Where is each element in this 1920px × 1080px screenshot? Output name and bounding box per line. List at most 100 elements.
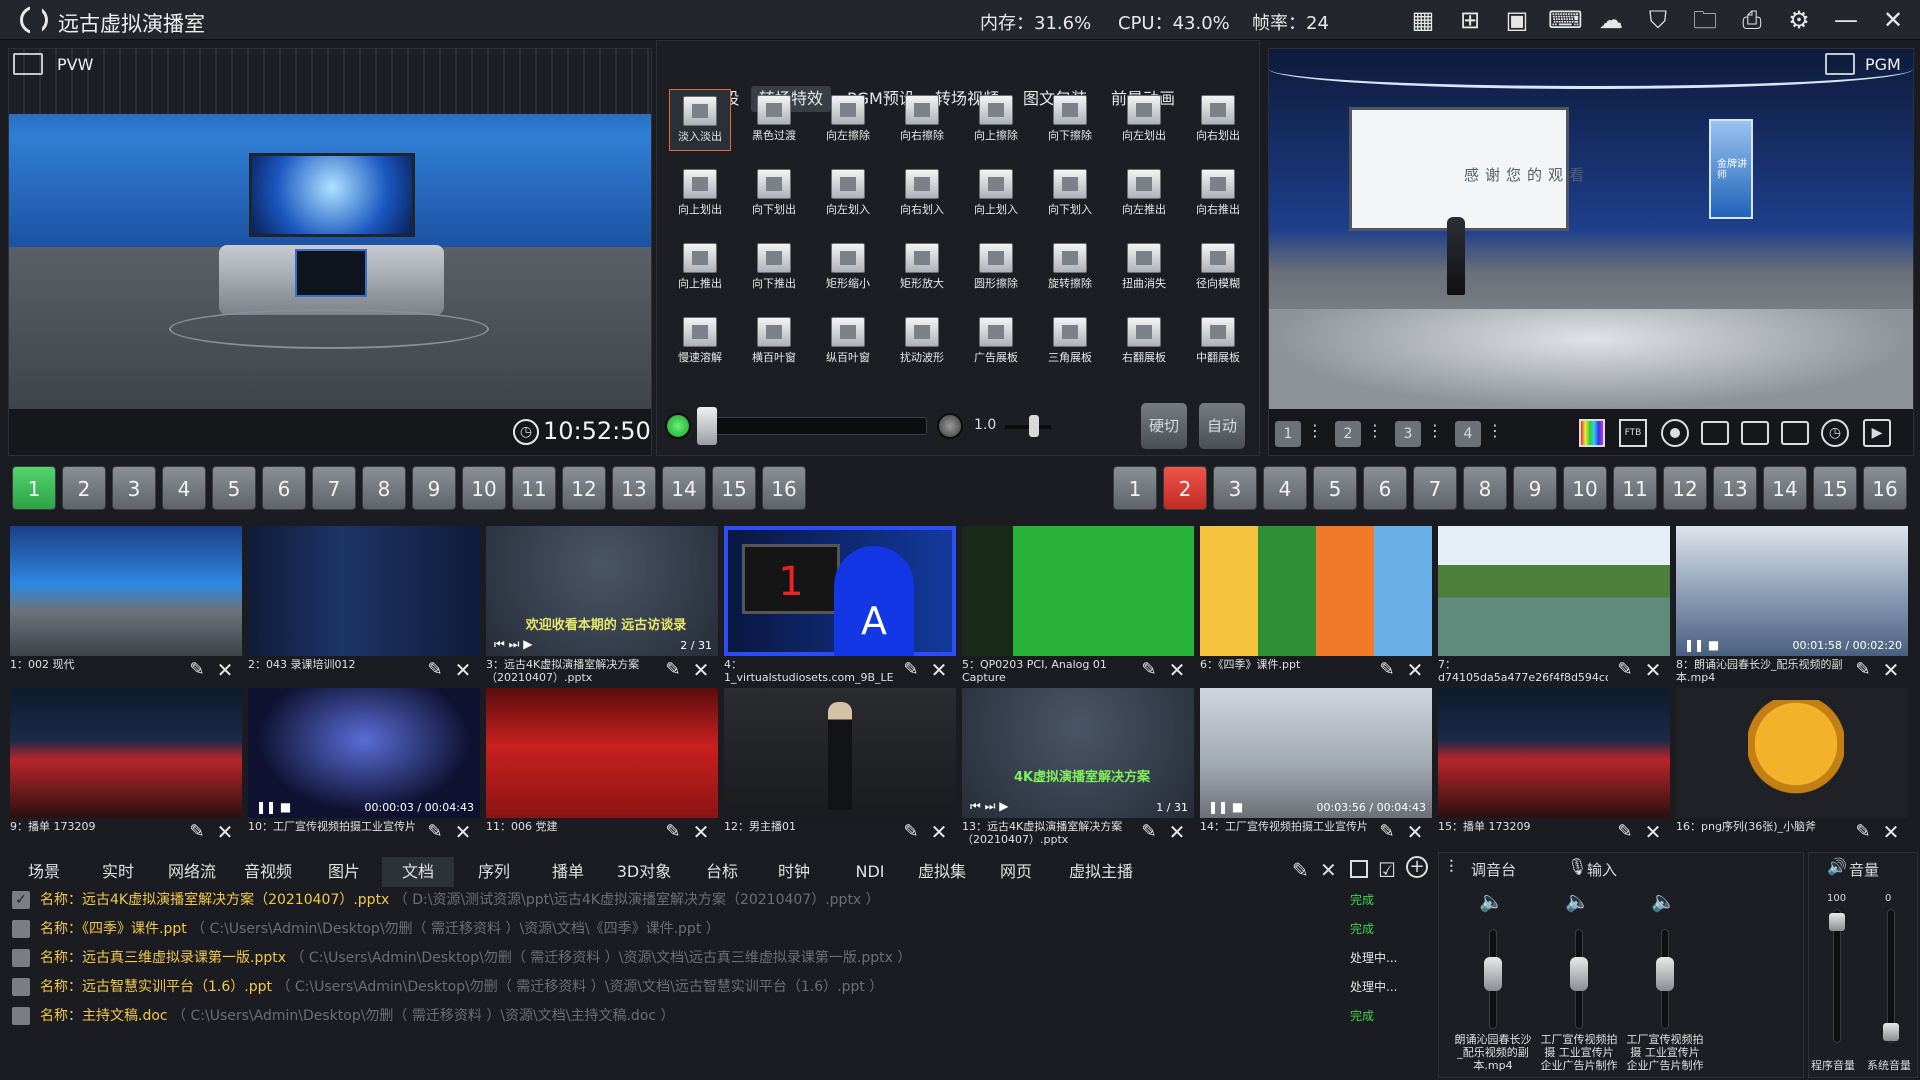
transition-item[interactable]: 圆形擦除 [965,237,1027,299]
edit-icon[interactable]: ✎ [1292,858,1309,882]
document-row[interactable]: 名称：《四季》课件.ppt （ C:\Users\Admin\Desktop\勿… [10,915,1428,943]
color-bars-icon[interactable] [1579,419,1605,447]
edit-icon[interactable]: ✎ [662,822,684,842]
transition-item[interactable]: 黑色过渡 [743,89,805,151]
close-icon[interactable]: ✕ [928,660,950,680]
transition-item[interactable]: 向下推出 [743,237,805,299]
cloud-upload-icon[interactable]: ☁ [1595,5,1627,35]
pgm-source-button[interactable]: 10 [1563,466,1607,510]
close-icon[interactable]: ✕ [452,822,474,842]
resource-tab[interactable]: 3D对象 [608,857,680,887]
pvw-source-button[interactable]: 5 [212,466,256,510]
close-icon[interactable]: ✕ [1404,822,1426,842]
folder-icon[interactable]: 🗀 [1689,5,1721,35]
edit-icon[interactable]: ✎ [662,660,684,680]
pause-stop-icon[interactable]: ❚❚ ■ [256,800,291,814]
more-icon[interactable]: ⋮ [1367,421,1383,440]
pvw-source-button[interactable]: 9 [412,466,456,510]
pgm-source-button[interactable]: 5 [1313,466,1357,510]
media-thumbnail[interactable]: 9：播单 173209 ✎ ✕ [10,688,242,848]
pgm-source-button[interactable]: 11 [1613,466,1657,510]
pvw-source-button[interactable]: 7 [312,466,356,510]
pgm-source-button[interactable]: 1 [1113,466,1157,510]
pvw-source-button[interactable]: 13 [612,466,656,510]
resource-tab[interactable]: 虚拟集 [906,857,978,887]
pvw-source-button[interactable]: 8 [362,466,406,510]
transition-item[interactable]: 纵百叶窗 [817,311,879,373]
play-window-icon[interactable]: ▶ [1863,419,1891,447]
close-icon[interactable]: ✕ [1166,660,1188,680]
transition-item[interactable]: 向下擦除 [1039,89,1101,151]
media-thumbnail[interactable]: 15：播单 173209 ✎ ✕ [1438,688,1670,848]
pvw-source-button[interactable]: 16 [762,466,806,510]
transition-item[interactable]: 扰动波形 [891,311,953,373]
pgm-source-button[interactable]: 15 [1813,466,1857,510]
thumbnail-preview[interactable] [1438,526,1670,656]
transition-item[interactable]: 向左擦除 [817,89,879,151]
save-icon[interactable]: ⎙ [1736,5,1768,35]
thumbnail-preview[interactable] [248,526,480,656]
camera-icon[interactable] [1701,421,1729,445]
pgm-source-button[interactable]: 2 [1163,466,1207,510]
checkbox[interactable] [12,978,30,996]
mute-icon[interactable]: 🔈 [1651,889,1676,913]
edit-icon[interactable]: ✎ [186,660,208,680]
edit-icon[interactable]: ✎ [424,660,446,680]
transition-item[interactable]: 向左推出 [1113,163,1175,225]
pvw-source-button[interactable]: 11 [512,466,556,510]
tab-mixer[interactable]: 调音台 [1471,859,1516,880]
monitor-3-icon[interactable]: ▣ [1501,5,1533,35]
record-icon[interactable] [1661,419,1689,447]
close-icon[interactable]: ✕ [928,822,950,842]
gear-icon[interactable]: ⚙ [1783,5,1815,35]
minimize-icon[interactable]: — [1830,5,1862,35]
transition-item[interactable]: 向上推出 [669,237,731,299]
transition-item[interactable]: 向左划入 [817,163,879,225]
media-thumbnail[interactable]: 2：043 录课培训012 ✎ ✕ [248,526,480,686]
pvw-source-button[interactable]: 15 [712,466,756,510]
close-icon[interactable]: ✕ [1880,660,1902,680]
close-icon[interactable]: ✕ [1880,822,1902,842]
media-thumbnail[interactable]: 11：006 党建 ✎ ✕ [486,688,718,848]
layout-icon[interactable]: ⊞ [1454,5,1486,35]
media-thumbnail[interactable]: 欢迎收看本期的 远古访谈录 ⏮ ⏭ ▶ 2 / 31 3：远古4K虚拟演播室解决方案（… [486,526,718,686]
resource-tab[interactable]: 虚拟主播 [1058,857,1144,887]
clock-icon[interactable]: ◷ [1821,419,1849,447]
transition-item[interactable]: 横百叶窗 [743,311,805,373]
close-icon[interactable]: ✕ [1642,660,1664,680]
thumbnail-preview[interactable]: ❚❚ ■ 00:01:58 / 00:02:20 [1676,526,1908,656]
terminal-icon[interactable]: ⌨ [1548,5,1583,35]
close-icon[interactable]: ✕ [690,660,712,680]
pvw-source-button[interactable]: 6 [262,466,306,510]
channel-fader-knob[interactable] [1570,957,1588,991]
edit-icon[interactable]: ✎ [1376,822,1398,842]
pgm-source-button[interactable]: 16 [1863,466,1907,510]
thumbnail-preview[interactable] [10,526,242,656]
transition-item[interactable]: 向右推出 [1187,163,1249,225]
edit-icon[interactable]: ✎ [1376,660,1398,680]
more-icon[interactable]: ⋮ [1487,421,1503,440]
thumbnail-preview[interactable] [962,526,1194,656]
close-icon[interactable]: ✕ [214,822,236,842]
pvw-source-button[interactable]: 12 [562,466,606,510]
resource-tab[interactable]: 文档 [382,857,454,887]
select-none-icon[interactable] [1350,860,1368,878]
pvw-source-button[interactable]: 2 [62,466,106,510]
transition-item[interactable]: 向下划出 [743,163,805,225]
thumbnail-preview[interactable] [724,688,956,818]
thumbnail-preview[interactable]: 欢迎收看本期的 远古访谈录 ⏮ ⏭ ▶ 2 / 31 [486,526,718,656]
resource-tab[interactable]: 时钟 [758,857,830,887]
pvw-source-button[interactable]: 1 [12,466,56,510]
document-row[interactable]: 名称：主持文稿.doc （ C:\Users\Admin\Desktop\勿删（… [10,1002,1428,1030]
resource-tab[interactable]: 台标 [686,857,758,887]
program-volume-knob[interactable] [1829,913,1845,931]
channel-fader-knob[interactable] [1484,957,1502,991]
close-icon[interactable]: ✕ [452,660,474,680]
transition-item[interactable]: 扭曲消失 [1113,237,1175,299]
t-bar-track[interactable] [697,417,927,435]
media-thumbnail[interactable]: 12：男主播01 ✎ ✕ [724,688,956,848]
media-thumbnail[interactable]: 7：d74105da5a477e26f4f8d594ccf8e1a3.jpeg ✎… [1438,526,1670,686]
document-row[interactable]: 名称：远古真三维虚拟录课第一版.pptx （ C:\Users\Admin\De… [10,944,1428,972]
pgm-layer-3-button[interactable]: 3 [1395,421,1421,447]
image-icon[interactable] [1741,421,1769,445]
